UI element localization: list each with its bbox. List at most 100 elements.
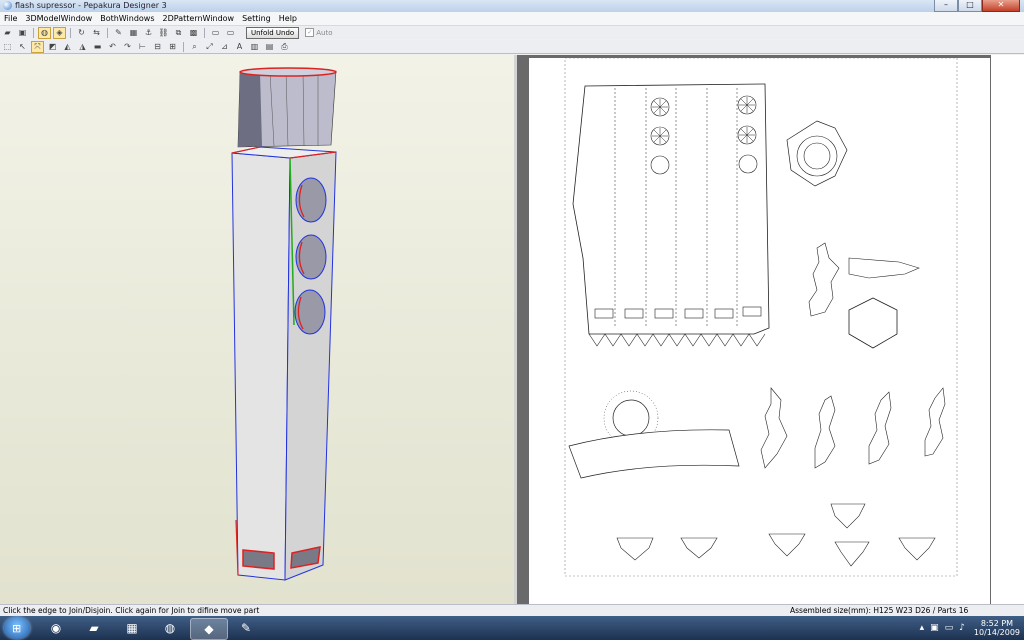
valley-icon[interactable]: ◮ bbox=[76, 41, 89, 53]
toolbar-bottom: ⬚ ↖ ⤧ ◩ ◭ ◮ ▬ ↶ ↷ ⊢ ⊟ ⊞ ⌕ ⤢ ⊿ A ▥ ▤ ⎙ bbox=[0, 40, 1024, 54]
bottom-part bbox=[830, 503, 866, 529]
mountain-icon[interactable]: ◭ bbox=[61, 41, 74, 53]
fin-part bbox=[924, 387, 946, 457]
measure-icon[interactable]: ⊢ bbox=[136, 41, 149, 53]
redo-icon[interactable]: ↷ bbox=[121, 41, 134, 53]
status-hint: Click the edge to Join/Disjoin. Click ag… bbox=[3, 606, 260, 615]
3d-model[interactable] bbox=[0, 55, 514, 604]
pointer-icon[interactable]: ↖ bbox=[16, 41, 29, 53]
port-hole-1 bbox=[295, 177, 327, 223]
menu-bothwindows[interactable]: BothWindows bbox=[96, 14, 158, 23]
fit-icon[interactable]: ⤢ bbox=[203, 41, 216, 53]
close-button[interactable]: ✕ bbox=[982, 0, 1020, 12]
zoom-icon[interactable]: ⌕ bbox=[188, 41, 201, 53]
fold-icon[interactable]: ◩ bbox=[46, 41, 59, 53]
bottom-part bbox=[680, 537, 718, 559]
texture-icon[interactable]: ◈ bbox=[53, 26, 66, 39]
unfold-undo-button[interactable]: Unfold Undo bbox=[246, 26, 300, 39]
open-icon[interactable]: ▰ bbox=[1, 27, 14, 39]
calendar-taskbar-icon[interactable]: ▦ bbox=[114, 618, 150, 638]
flap-icon[interactable]: ⊿ bbox=[218, 41, 231, 53]
explorer-taskbar-icon[interactable]: ▰ bbox=[76, 618, 112, 638]
windows-logo-icon: ⊞ bbox=[12, 622, 22, 635]
bottom-part bbox=[898, 537, 936, 561]
join-edge-icon[interactable]: ⤧ bbox=[31, 40, 44, 53]
app-icon[interactable] bbox=[3, 1, 12, 10]
paint-taskbar-icon[interactable]: ✎ bbox=[228, 618, 264, 638]
body-strip-part bbox=[572, 83, 770, 335]
next-page-edge bbox=[991, 55, 1024, 604]
grid-icon[interactable]: ▩ bbox=[187, 27, 200, 39]
show-hidden-icon[interactable]: ▴ bbox=[920, 623, 925, 633]
menu-file[interactable]: File bbox=[0, 14, 21, 23]
image-icon[interactable]: ▥ bbox=[248, 41, 261, 53]
clock-date: 10/14/2009 bbox=[973, 628, 1020, 637]
monitor-icon[interactable]: ▭ bbox=[945, 623, 954, 633]
toolbar-separator bbox=[70, 27, 71, 38]
network-icon[interactable]: ▣ bbox=[930, 623, 939, 633]
bottom-part bbox=[834, 541, 870, 567]
maximize-button[interactable]: □ bbox=[958, 0, 982, 12]
anchor-icon[interactable]: ⚓ bbox=[142, 27, 155, 39]
3d-model-view[interactable] bbox=[0, 55, 515, 604]
split-icon[interactable]: ⊟ bbox=[151, 41, 164, 53]
toolbar-separator bbox=[204, 27, 205, 38]
window-right-icon[interactable]: ▭ bbox=[224, 27, 237, 39]
menu-bar: File 3DModelWindow BothWindows 2DPattern… bbox=[0, 12, 1024, 26]
cone-shade bbox=[238, 72, 262, 147]
rotate-icon[interactable]: ↻ bbox=[75, 27, 88, 39]
bottom-part bbox=[616, 537, 654, 561]
fin-part bbox=[814, 395, 836, 469]
cone-rim bbox=[239, 67, 337, 77]
pattern-paper[interactable] bbox=[529, 58, 990, 604]
port-hole-3 bbox=[294, 289, 326, 335]
light-icon[interactable]: ◍ bbox=[38, 26, 51, 39]
print-icon[interactable]: ⎙ bbox=[278, 41, 291, 53]
menu-help[interactable]: Help bbox=[275, 14, 301, 23]
cube-icon[interactable]: ▦ bbox=[127, 27, 140, 39]
volume-icon[interactable]: ♪ bbox=[959, 623, 965, 633]
menu-3dmodelwindow[interactable]: 3DModelWindow bbox=[21, 14, 96, 23]
bottom-slot-left bbox=[242, 549, 275, 570]
link-icon[interactable]: ⛓ bbox=[157, 27, 170, 39]
clock[interactable]: 8:52 PM 10/14/2009 bbox=[974, 619, 1020, 637]
minimize-button[interactable]: – bbox=[934, 0, 958, 12]
auto-label: Auto bbox=[316, 28, 333, 37]
system-tray: ▴ ▣ ▭ ♪ 8:52 PM 10/14/2009 bbox=[917, 618, 1020, 638]
part-icon[interactable]: ▬ bbox=[91, 41, 104, 53]
auto-checkbox[interactable]: ✓ Auto bbox=[305, 28, 332, 37]
undo-icon[interactable]: ↶ bbox=[106, 41, 119, 53]
toolbar-separator bbox=[107, 27, 108, 38]
2d-pattern-view[interactable] bbox=[517, 55, 1024, 604]
toolbar-separator bbox=[33, 27, 34, 38]
check-icon: ✓ bbox=[305, 28, 315, 37]
toolbar-separator bbox=[183, 41, 184, 52]
assembled-size: Assembled size(mm): H125 W23 D26 / Parts… bbox=[790, 606, 969, 615]
start-button[interactable]: ⊞ bbox=[4, 617, 30, 639]
window-left-icon[interactable]: ▭ bbox=[209, 27, 222, 39]
bottom-part bbox=[768, 533, 806, 557]
copy-icon[interactable]: ⧉ bbox=[172, 27, 185, 39]
media-taskbar-icon[interactable]: ◍ bbox=[152, 618, 188, 638]
glue-tabs bbox=[588, 333, 766, 347]
window-title: flash supressor - Pepakura Designer 3 bbox=[15, 1, 167, 10]
page-icon[interactable]: ▤ bbox=[263, 41, 276, 53]
port-hole-2 bbox=[295, 234, 327, 280]
toolbar-top: ▰ ▣ ◍ ◈ ↻ ⇆ ✎ ▦ ⚓ ⛓ ⧉ ▩ ▭ ▭ Unfold Undo … bbox=[0, 26, 1024, 39]
pencil-icon[interactable]: ✎ bbox=[112, 27, 125, 39]
taskbar: ⊞ ◉ ▰ ▦ ◍ ◆ ✎ ▴ ▣ ▭ ♪ 8:52 PM 10/14/2009 bbox=[0, 616, 1024, 640]
fin-part bbox=[808, 242, 840, 317]
fin-part bbox=[868, 391, 892, 465]
firefox-taskbar-icon[interactable]: ◉ bbox=[38, 618, 74, 638]
text-icon[interactable]: A bbox=[233, 41, 246, 53]
menu-setting[interactable]: Setting bbox=[238, 14, 275, 23]
clock-time: 8:52 PM bbox=[980, 619, 1014, 628]
flip-icon[interactable]: ⇆ bbox=[90, 27, 103, 39]
arrange-icon[interactable]: ⊞ bbox=[166, 41, 179, 53]
pepakura-taskbar-icon[interactable]: ◆ bbox=[190, 618, 228, 640]
menu-2dpatternwindow[interactable]: 2DPatternWindow bbox=[159, 14, 239, 23]
fin-part bbox=[848, 257, 920, 279]
select-icon[interactable]: ⬚ bbox=[1, 41, 14, 53]
save-icon[interactable]: ▣ bbox=[16, 27, 29, 39]
pattern-sheet[interactable] bbox=[529, 58, 990, 604]
